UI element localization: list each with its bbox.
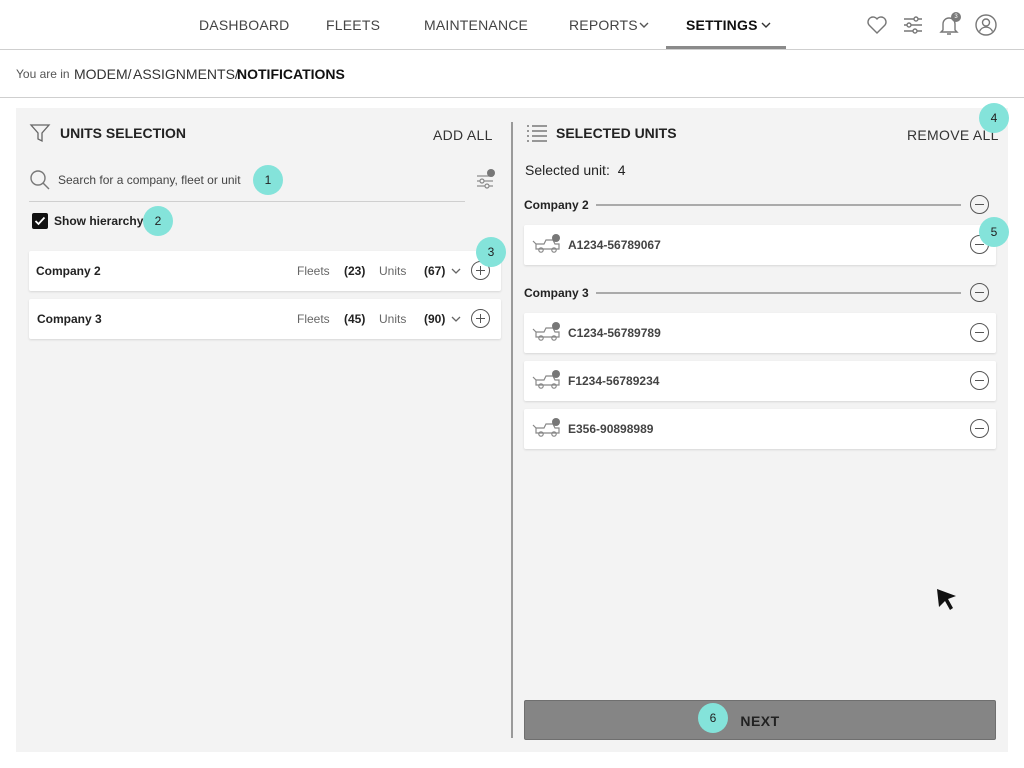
- remove-unit-button[interactable]: [970, 371, 989, 390]
- add-company-button[interactable]: [471, 309, 490, 328]
- mouse-cursor-icon: [937, 589, 956, 610]
- nav-settings[interactable]: SETTINGS: [686, 0, 758, 50]
- active-tab-indicator: [666, 46, 786, 49]
- user-icon[interactable]: [974, 13, 998, 37]
- vehicle-icon: [532, 370, 560, 389]
- units-count: (90): [424, 312, 446, 326]
- fleets-count: (45): [344, 312, 366, 326]
- units-count: (67): [424, 264, 446, 278]
- heart-icon[interactable]: [865, 13, 889, 37]
- vehicle-icon: [532, 322, 560, 341]
- remove-group-button[interactable]: [970, 195, 989, 214]
- list-item: E356-90898989: [524, 409, 996, 449]
- annotation-marker: 6: [698, 703, 728, 733]
- filter-icon: [29, 124, 51, 143]
- panel-divider: [511, 122, 513, 738]
- remove-unit-button[interactable]: [970, 323, 989, 342]
- nav-fleets[interactable]: FLEETS: [326, 0, 380, 50]
- search-underline: [29, 201, 465, 202]
- units-selection-title: UNITS SELECTION: [60, 125, 187, 141]
- vehicle-icon: [532, 234, 560, 253]
- show-hierarchy-label[interactable]: Show hierarchy: [54, 214, 143, 228]
- breadcrumb-modem[interactable]: MODEM/: [74, 66, 132, 82]
- list-item: C1234-56789789: [524, 313, 996, 353]
- breadcrumb-prefix: You are in: [16, 67, 70, 81]
- annotation-marker: 2: [143, 206, 173, 236]
- company-name: Company 2: [36, 264, 101, 278]
- group-separator: [596, 204, 961, 206]
- group-label: Company 2: [524, 198, 589, 212]
- remove-unit-button[interactable]: [970, 419, 989, 438]
- annotation-marker: 1: [253, 165, 283, 195]
- next-button[interactable]: NEXT: [524, 700, 996, 740]
- unit-name: F1234-56789234: [568, 374, 660, 388]
- unit-name: E356-90898989: [568, 422, 654, 436]
- annotation-marker: 4: [979, 103, 1009, 133]
- group-separator: [596, 292, 961, 294]
- units-label: Units: [379, 264, 407, 278]
- annotation-marker: 3: [476, 237, 506, 267]
- fleets-count: (23): [344, 264, 366, 278]
- top-navigation: DASHBOARD FLEETS MAINTENANCE REPORTS SET…: [0, 0, 1024, 50]
- add-all-button[interactable]: ADD ALL: [433, 127, 493, 143]
- filter-settings-icon[interactable]: [474, 168, 498, 192]
- search-icon: [30, 170, 50, 190]
- selected-unit-count: Selected unit: 4: [525, 162, 626, 178]
- nav-dashboard[interactable]: DASHBOARD: [199, 0, 289, 50]
- reports-chevron-down-icon[interactable]: [639, 20, 649, 30]
- annotation-marker: 5: [979, 217, 1009, 247]
- nav-reports[interactable]: REPORTS: [569, 0, 638, 50]
- remove-group-button[interactable]: [970, 283, 989, 302]
- expand-chevron-icon[interactable]: [451, 266, 461, 276]
- expand-chevron-icon[interactable]: [451, 314, 461, 324]
- check-icon: [34, 216, 46, 226]
- sliders-icon[interactable]: [901, 13, 925, 37]
- breadcrumb: You are in MODEM/ ASSIGNMENTS/ NOTIFICAT…: [0, 50, 1024, 98]
- list-item: A1234-56789067: [524, 225, 996, 265]
- fleets-label: Fleets: [297, 312, 330, 326]
- list-item: F1234-56789234: [524, 361, 996, 401]
- notification-badge: 3: [951, 12, 961, 22]
- breadcrumb-assignments[interactable]: ASSIGNMENTS/: [133, 66, 239, 82]
- breadcrumb-current: NOTIFICATIONS: [237, 66, 345, 82]
- unit-name: C1234-56789789: [568, 326, 661, 340]
- company-row[interactable]: Company 3 Fleets (45) Units (90): [29, 299, 501, 339]
- unit-name: A1234-56789067: [568, 238, 661, 252]
- vehicle-icon: [532, 418, 560, 437]
- selected-count-label: Selected unit:: [525, 162, 610, 178]
- selected-count-value: 4: [617, 162, 626, 178]
- selected-units-title: SELECTED UNITS: [556, 125, 677, 141]
- nav-maintenance[interactable]: MAINTENANCE: [424, 0, 528, 50]
- list-icon: [527, 125, 547, 142]
- company-name: Company 3: [37, 312, 102, 326]
- search-input[interactable]: [58, 170, 248, 190]
- show-hierarchy-checkbox[interactable]: [32, 213, 48, 229]
- units-label: Units: [379, 312, 407, 326]
- group-label: Company 3: [524, 286, 589, 300]
- fleets-label: Fleets: [297, 264, 330, 278]
- company-row[interactable]: Company 2 Fleets (23) Units (67): [29, 251, 501, 291]
- settings-chevron-down-icon[interactable]: [761, 20, 771, 30]
